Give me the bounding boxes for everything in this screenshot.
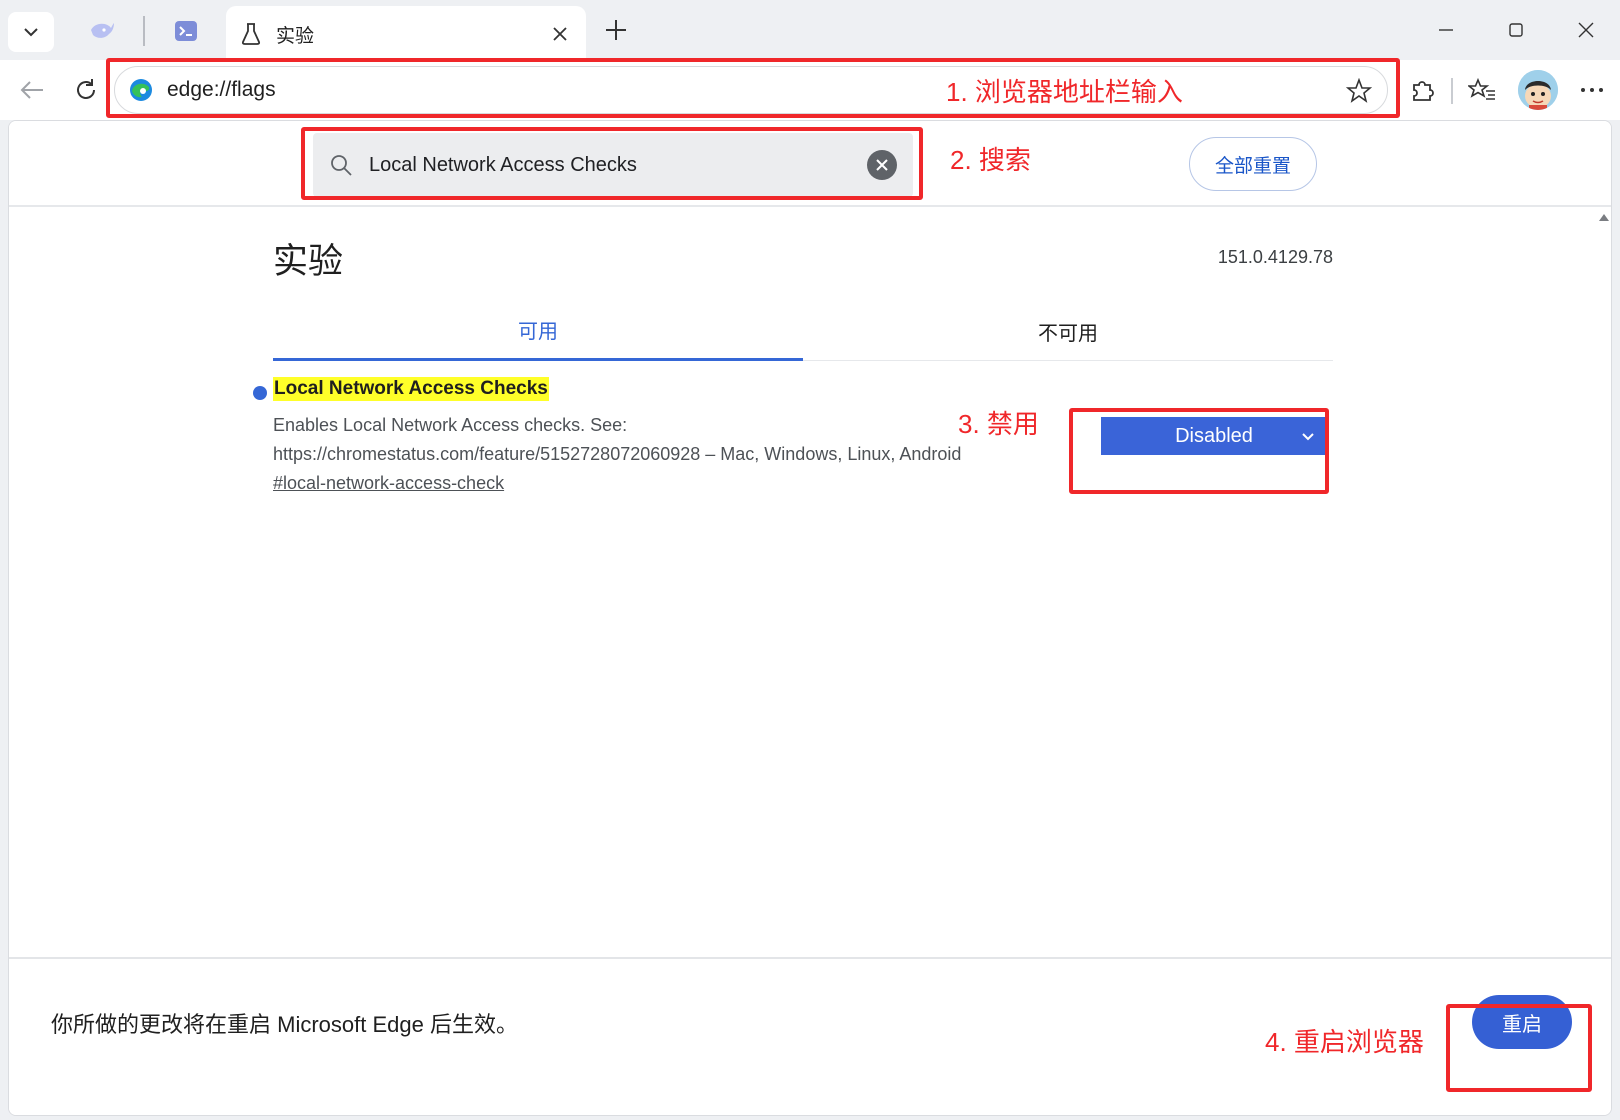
version-label: 151.0.4129.78	[1217, 247, 1333, 267]
toolbar-divider	[1451, 78, 1453, 104]
flag-description-line: https://chromestatus.com/feature/5152728…	[273, 444, 962, 464]
cartoon-avatar-icon	[1518, 70, 1558, 110]
more-menu-button[interactable]	[1572, 70, 1612, 110]
close-icon	[1578, 22, 1594, 38]
favorites-button[interactable]	[1462, 70, 1502, 110]
maximize-icon	[1509, 23, 1523, 37]
annotation-step1: 1. 浏览器地址栏输入	[946, 77, 1183, 107]
favorites-list-icon	[1468, 77, 1495, 100]
tab-available[interactable]: 可用	[273, 301, 803, 361]
annotation-step4: 4. 重启浏览器	[1265, 1027, 1424, 1057]
pinned-tab-terminal[interactable]	[164, 14, 208, 48]
tab-separator	[143, 16, 145, 46]
close-icon	[553, 27, 567, 41]
relaunch-message: 你所做的更改将在重启 Microsoft Edge 后生效。	[51, 1012, 518, 1037]
flag-description: Enables Local Network Access checks. See…	[273, 411, 1033, 469]
flag-name: Local Network Access Checks	[273, 377, 549, 401]
page-title: 实验	[273, 242, 344, 281]
new-tab-button[interactable]	[598, 12, 634, 48]
whale-icon	[91, 23, 114, 38]
tab-strip: 实验	[0, 0, 1620, 62]
refresh-icon	[77, 79, 95, 99]
tab-experiments[interactable]: 实验	[226, 6, 586, 62]
tab-title: 实验	[276, 25, 315, 47]
terminal-icon	[175, 21, 197, 41]
flags-page: Local Network Access Checks 全部重置 实验 151.…	[8, 120, 1612, 1116]
extensions-button[interactable]	[1402, 70, 1442, 110]
scroll-up-arrow-icon[interactable]	[1598, 211, 1610, 223]
pinned-tab-deepseek[interactable]	[80, 14, 124, 48]
minimize-button[interactable]	[1414, 8, 1478, 52]
annotation-box-select	[1069, 408, 1329, 494]
annotation-box-relaunch	[1446, 1004, 1592, 1092]
availability-tabs: 可用 不可用	[273, 301, 1333, 361]
ellipsis-icon	[1581, 88, 1603, 92]
annotation-box-search	[301, 127, 923, 200]
back-button[interactable]	[12, 70, 52, 110]
puzzle-icon	[1413, 81, 1434, 101]
flask-icon	[241, 23, 261, 45]
profile-avatar[interactable]	[1518, 70, 1558, 110]
modified-indicator	[253, 386, 267, 400]
browser-window: 实验 edge://flags Local Network Access Che…	[0, 0, 1620, 1120]
refresh-button[interactable]	[66, 70, 106, 110]
arrow-left-icon	[20, 81, 43, 99]
close-window-button[interactable]	[1554, 8, 1618, 52]
tab-unavailable[interactable]: 不可用	[803, 301, 1333, 361]
flag-permalink[interactable]: #local-network-access-check	[273, 473, 504, 494]
annotation-step2: 2. 搜索	[950, 145, 1031, 175]
plus-icon	[606, 20, 626, 40]
maximize-button[interactable]	[1484, 8, 1548, 52]
minimize-icon	[1439, 29, 1453, 31]
chevron-down-icon	[24, 28, 38, 37]
flag-description-line: Enables Local Network Access checks. See…	[273, 415, 628, 435]
tab-actions-menu-button[interactable]	[8, 12, 54, 52]
annotation-step3: 3. 禁用	[958, 409, 1039, 439]
reset-all-button[interactable]: 全部重置	[1189, 137, 1317, 191]
close-tab-button[interactable]	[544, 18, 576, 50]
annotation-box-address	[106, 58, 1400, 118]
